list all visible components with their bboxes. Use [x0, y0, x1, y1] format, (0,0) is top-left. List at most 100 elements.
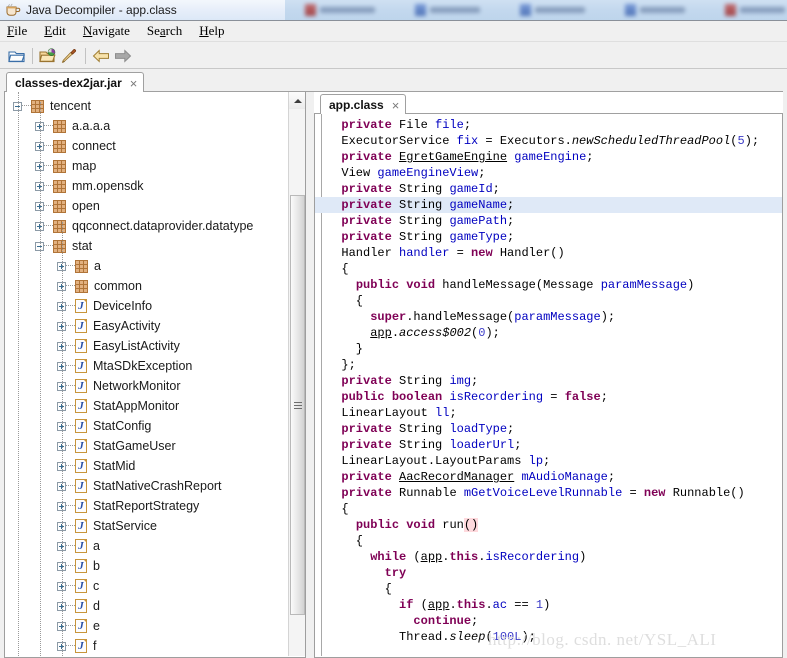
tree-connector: [66, 525, 75, 527]
tree-node[interactable]: Ja: [5, 536, 288, 556]
code-line: public boolean isRecordering = false;: [341, 390, 608, 404]
tree-node[interactable]: J EasyListActivity: [5, 336, 288, 356]
tree-node[interactable]: J StatAppMonitor: [5, 396, 288, 416]
tree-node[interactable]: a: [5, 256, 288, 276]
menu-file[interactable]: File: [7, 23, 27, 39]
tree-node-label: StatNativeCrashReport: [93, 479, 222, 493]
tree-node[interactable]: J StatNativeCrashReport: [5, 476, 288, 496]
code-line: View gameEngineView;: [327, 166, 486, 180]
code-line: public void handleMessage(Message paramM…: [355, 278, 695, 292]
tree-node-label: StatReportStrategy: [93, 499, 200, 513]
source-code-text[interactable]: private File file; ExecutorService fix =…: [315, 117, 782, 645]
java-class-icon: J: [75, 639, 87, 653]
code-line: public void run(): [355, 518, 479, 532]
open-type-icon[interactable]: [37, 45, 59, 67]
menu-search[interactable]: Search: [147, 23, 182, 39]
close-icon[interactable]: ×: [130, 76, 138, 91]
code-line: private String loadType;: [341, 422, 515, 436]
tree-node[interactable]: a.a.a.a: [5, 116, 288, 136]
java-class-icon: J: [75, 539, 87, 553]
code-line: try: [384, 566, 407, 580]
tab-app-class[interactable]: app.class ×: [320, 94, 407, 115]
tree-node-label: MtaSDkException: [93, 359, 193, 373]
code-line: app.access$002(0);: [370, 326, 500, 340]
toolbar-separator: [85, 47, 86, 64]
tab-classes-dex2jar-jar[interactable]: classes-dex2jar.jar ×: [6, 72, 145, 93]
tree-node-label: b: [93, 559, 100, 573]
back-arrow-icon[interactable]: [90, 45, 112, 67]
tree-node-label: stat: [72, 239, 93, 253]
taskbar-app-label: [740, 7, 785, 13]
code-line: {: [327, 262, 349, 276]
tree-connector: [66, 485, 75, 487]
java-class-icon: J: [75, 359, 87, 373]
taskbar-app-label: [535, 7, 585, 13]
taskbar-app-icon: [305, 4, 316, 16]
tree-connector: [66, 445, 75, 447]
java-class-icon: J: [75, 319, 87, 333]
tree-node[interactable]: Jb: [5, 556, 288, 576]
code-line: {: [327, 534, 364, 548]
menu-bar: File Edit Navigate Search Help: [0, 21, 787, 42]
tree-node[interactable]: Je: [5, 616, 288, 636]
open-file-icon[interactable]: [6, 45, 28, 67]
tree-node[interactable]: J StatReportStrategy: [5, 496, 288, 516]
java-class-icon: J: [75, 619, 87, 633]
package-icon: [53, 159, 66, 173]
save-source-icon[interactable]: [59, 45, 81, 67]
code-line: private File file;: [341, 118, 472, 132]
java-class-icon: J: [75, 459, 87, 473]
package-tree[interactable]: tencent a.a.a.a connect map mm.opensdk open qq…: [5, 92, 288, 656]
tree-connector: [66, 345, 75, 347]
tree-node[interactable]: J StatService: [5, 516, 288, 536]
tree-node[interactable]: Jc: [5, 576, 288, 596]
menu-navigate[interactable]: Navigate: [83, 23, 130, 39]
tree-node[interactable]: connect: [5, 136, 288, 156]
menu-help[interactable]: Help: [199, 23, 224, 39]
tree-node[interactable]: common: [5, 276, 288, 296]
tree-node[interactable]: map: [5, 156, 288, 176]
tree-node-label: StatMid: [93, 459, 136, 473]
tree-node[interactable]: J StatGameUser: [5, 436, 288, 456]
scrollbar-thumb[interactable]: [290, 195, 305, 615]
toolbar-separator: [32, 47, 33, 64]
tree-node[interactable]: tencent: [5, 96, 288, 116]
pane-splitter[interactable]: [306, 92, 314, 658]
tree-node[interactable]: Jd: [5, 596, 288, 616]
tree-node[interactable]: qqconnect.dataprovider.datatype: [5, 216, 288, 236]
tree-vertical-scrollbar[interactable]: [288, 92, 305, 656]
tree-node[interactable]: stat: [5, 236, 288, 256]
close-icon[interactable]: ×: [392, 98, 400, 113]
java-class-icon: J: [75, 299, 87, 313]
package-icon: [53, 239, 66, 253]
forward-arrow-icon[interactable]: [112, 45, 134, 67]
tree-node[interactable]: J EasyActivity: [5, 316, 288, 336]
tree-node-label: DeviceInfo: [93, 299, 153, 313]
tree-node[interactable]: open: [5, 196, 288, 216]
tree-node-label: EasyActivity: [93, 319, 161, 333]
scrollbar-track[interactable]: [289, 109, 305, 656]
chevron-up-icon: [293, 98, 302, 103]
tree-connector: [66, 585, 75, 587]
package-tree-pane: tencent a.a.a.a connect map mm.opensdk open qq…: [4, 92, 306, 658]
tree-node-label: StatGameUser: [93, 439, 176, 453]
scroll-up-button[interactable]: [289, 92, 305, 109]
tree-node[interactable]: J DeviceInfo: [5, 296, 288, 316]
java-class-icon: J: [75, 339, 87, 353]
split-panes: tencent a.a.a.a connect map mm.opensdk open qq…: [4, 92, 783, 658]
tree-connector: [44, 165, 53, 167]
tree-node[interactable]: J NetworkMonitor: [5, 376, 288, 396]
tree-node[interactable]: J StatConfig: [5, 416, 288, 436]
menu-edit[interactable]: Edit: [44, 23, 66, 39]
tree-node[interactable]: J MtaSDkException: [5, 356, 288, 376]
tree-node[interactable]: mm.opensdk: [5, 176, 288, 196]
code-line: Handler handler = new Handler(): [327, 246, 565, 260]
tree-connector: [22, 105, 31, 107]
tree-node-label: StatAppMonitor: [93, 399, 180, 413]
tree-node[interactable]: Jf: [5, 636, 288, 656]
coffee-cup-icon: [5, 3, 21, 18]
tool-bar: [0, 43, 787, 69]
tree-guide-line: [62, 222, 63, 656]
source-editor[interactable]: private File file; ExecutorService fix =…: [314, 114, 783, 658]
tree-node[interactable]: J StatMid: [5, 456, 288, 476]
